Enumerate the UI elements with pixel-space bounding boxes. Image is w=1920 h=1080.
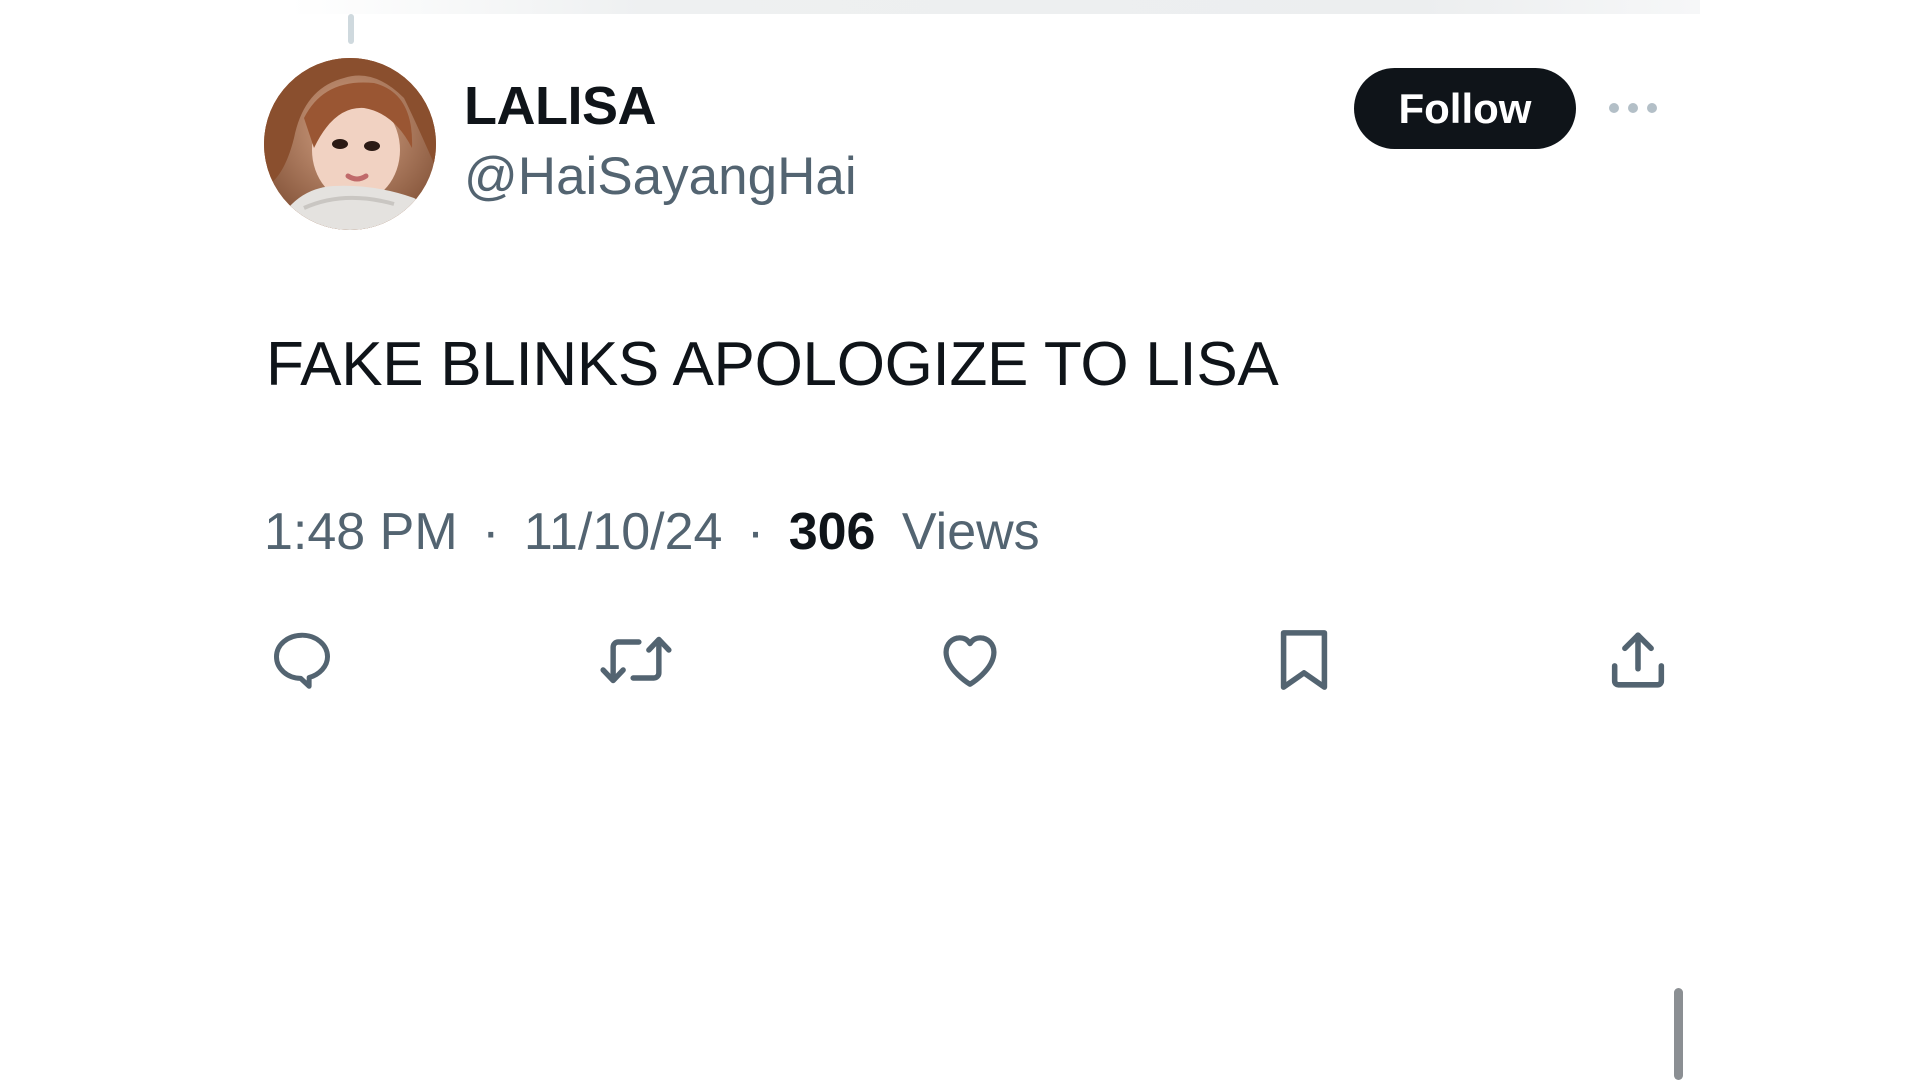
follow-button[interactable]: Follow [1354,68,1576,149]
scrollbar-thumb[interactable] [1674,988,1683,1080]
retweet-icon [600,636,672,684]
retweet-button[interactable] [596,620,676,700]
bookmark-icon [1280,630,1328,690]
tweet-time[interactable]: 1:48 PM [264,503,458,561]
meta-separator: · [746,503,765,561]
tweet-detail-page: LALISA @HaiSayangHai Follow FAKE BLINKS … [0,0,1920,1080]
tweet-metadata: 1:48 PM · 11/10/24 · 306 Views [264,500,1040,564]
share-button[interactable] [1598,620,1678,700]
author-display-name[interactable]: LALISA [464,74,657,138]
avatar-image [264,58,436,230]
bookmark-button[interactable] [1264,620,1344,700]
thread-connector-line [348,14,354,44]
like-icon [943,635,997,687]
meta-separator: · [482,503,500,561]
views-label: Views [901,503,1040,561]
previous-tweet-edge [290,0,1700,14]
avatar[interactable] [264,58,436,230]
like-button[interactable] [930,620,1010,700]
tweet-text: FAKE BLINKS APOLOGIZE TO LISA [266,330,1279,399]
tweet-date[interactable]: 11/10/24 [524,503,723,561]
reply-icon [274,632,330,689]
reply-button[interactable] [262,620,342,700]
author-handle[interactable]: @HaiSayangHai [464,146,857,208]
views-count: 306 [788,503,876,561]
more-options-icon[interactable] [1606,96,1660,120]
share-icon [1611,632,1665,688]
